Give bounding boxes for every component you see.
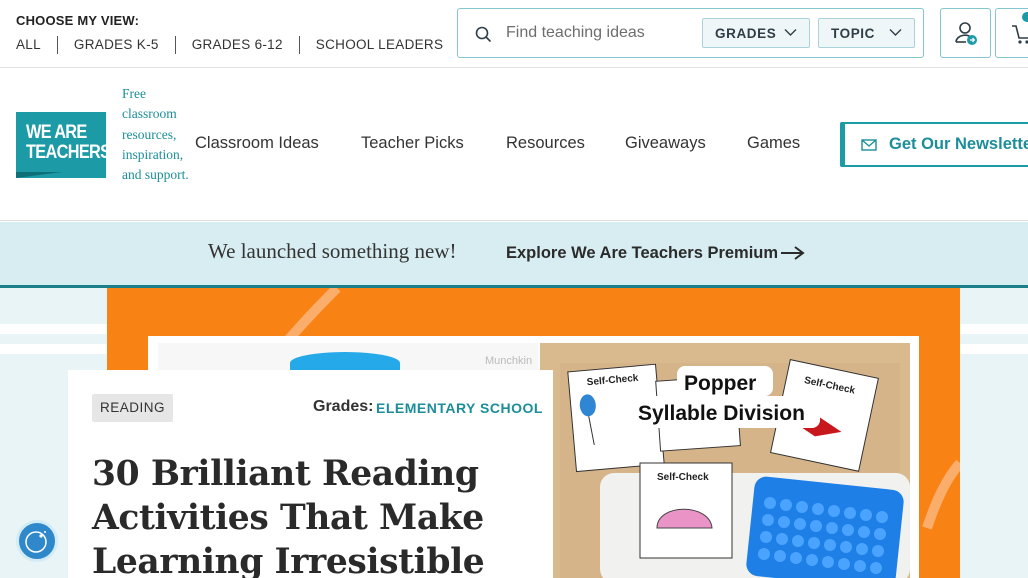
caption-popper: Popper xyxy=(684,372,756,395)
site-tagline: Free classroom resources, inspiration, a… xyxy=(122,86,189,183)
view-school-leaders-link[interactable]: SCHOOL LEADERS xyxy=(298,36,460,54)
premium-link[interactable]: Explore We Are Teachers Premium xyxy=(506,244,778,263)
grades-value-link[interactable]: ELEMENTARY SCHOOL xyxy=(376,400,543,416)
caption-syllable-division: Syllable Division xyxy=(638,402,805,425)
choose-view-label: CHOOSE MY VIEW: xyxy=(16,13,140,28)
category-tag[interactable]: READING xyxy=(92,394,174,422)
accessibility-icon xyxy=(25,531,47,553)
nav-games[interactable]: Games xyxy=(747,134,800,153)
logo-ribbon xyxy=(16,172,62,178)
nav-resources[interactable]: Resources xyxy=(506,134,585,153)
topic-dropdown-label: TOPIC xyxy=(831,25,876,41)
view-all-link[interactable]: ALL xyxy=(16,36,57,54)
nav-classroom-ideas[interactable]: Classroom Ideas xyxy=(195,134,319,153)
chevron-down-icon xyxy=(784,29,797,36)
grades-dropdown[interactable]: GRADES xyxy=(702,18,810,48)
arrow-right-icon[interactable] xyxy=(780,245,806,261)
accessibility-button[interactable] xyxy=(16,520,58,562)
photo-watermark: Munchkin xyxy=(485,355,533,367)
search-input[interactable] xyxy=(506,21,696,45)
search-bar: GRADES TOPIC xyxy=(457,8,924,58)
grades-label: Grades: xyxy=(313,398,374,415)
nav-giveaways[interactable]: Giveaways xyxy=(625,134,706,153)
logo-line-1: WE ARE xyxy=(26,122,87,143)
newsletter-button[interactable]: Get Our Newsletter xyxy=(840,122,1028,167)
card-label-3: Self-Check xyxy=(657,472,709,483)
hero-photo-syllable-cards: Self-Check Self-Check Self-Check Popper … xyxy=(540,343,910,578)
nav-teacher-picks[interactable]: Teacher Picks xyxy=(361,134,464,153)
chevron-down-icon xyxy=(889,29,902,36)
mail-icon xyxy=(861,138,877,151)
view-switcher: ALL GRADES K-5 GRADES 6-12 SCHOOL LEADER… xyxy=(16,36,459,54)
promo-banner: We launched something new! Explore We Ar… xyxy=(0,222,1028,288)
search-icon[interactable] xyxy=(474,25,492,43)
article-title: 30 Brilliant Reading Activities That Mak… xyxy=(92,454,485,578)
view-k5-link[interactable]: GRADES K-5 xyxy=(56,36,175,54)
account-button[interactable] xyxy=(940,8,991,58)
account-icon xyxy=(955,22,977,45)
cart-icon xyxy=(1012,12,1028,44)
view-6-12-link[interactable]: GRADES 6-12 xyxy=(174,36,299,54)
cart-button[interactable] xyxy=(995,8,1028,58)
promo-text: We launched something new! xyxy=(208,239,457,263)
topic-dropdown[interactable]: TOPIC xyxy=(818,18,915,48)
logo-line-2: TEACHERS xyxy=(26,142,111,163)
we-are-teachers-logo[interactable]: WE ARE TEACHERS xyxy=(16,112,111,178)
main-navigation: WE ARE TEACHERS Free classroom resources… xyxy=(0,68,1028,221)
newsletter-label: Get Our Newsletter xyxy=(889,135,1028,153)
utility-bar: CHOOSE MY VIEW: ALL GRADES K-5 GRADES 6-… xyxy=(0,0,1028,68)
syllable-cards-illustration: Self-Check Self-Check Self-Check Popper … xyxy=(560,359,910,578)
article-card: READING Grades: ELEMENTARY SCHOOL 30 Bri… xyxy=(68,370,553,578)
grades-dropdown-label: GRADES xyxy=(715,25,777,41)
